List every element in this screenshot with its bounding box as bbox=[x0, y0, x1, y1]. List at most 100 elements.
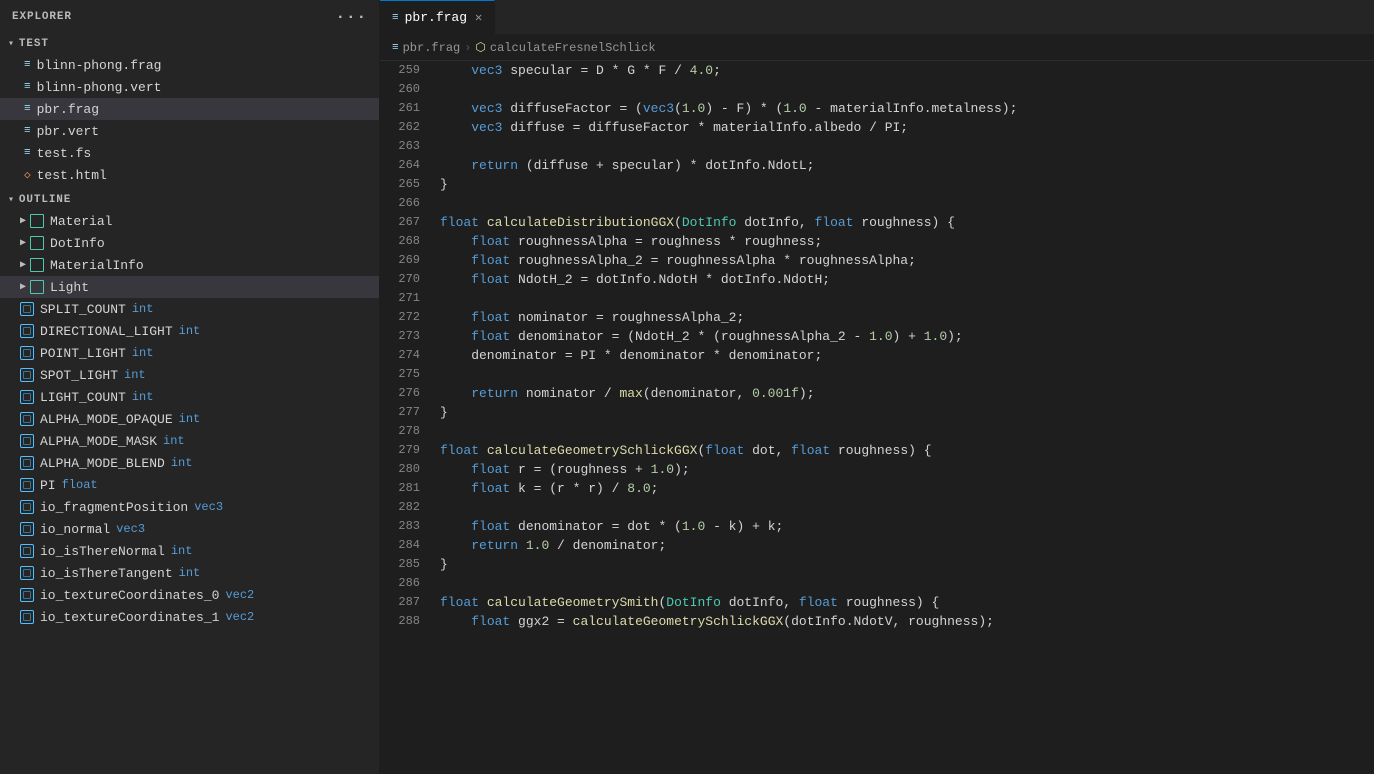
outline-io-tex-coord-1[interactable]: io_textureCoordinates_1 vec2 bbox=[0, 606, 379, 628]
code-text-269: float roughnessAlpha_2 = roughnessAlpha … bbox=[440, 253, 916, 268]
breadcrumb-func[interactable]: ⬡ calculateFresnelSchlick bbox=[475, 40, 655, 55]
file-blinn-phong-frag[interactable]: ≡ blinn-phong.frag bbox=[0, 54, 379, 76]
materialinfo-chevron: ▶ bbox=[20, 259, 26, 271]
outline-alpha-blend[interactable]: ALPHA_MODE_BLEND int bbox=[0, 452, 379, 474]
dotinfo-chevron: ▶ bbox=[20, 237, 26, 249]
code-text-261: vec3 diffuseFactor = (vec3(1.0) - F) * (… bbox=[440, 101, 1017, 116]
code-content[interactable]: vec3 specular = D * G * F / 4.0; vec3 di… bbox=[432, 61, 1374, 774]
file-icon-vert1: ≡ bbox=[24, 81, 31, 93]
test-section-title[interactable]: ▾ TEST bbox=[0, 34, 379, 54]
outline-dotinfo[interactable]: ▶ DotInfo bbox=[0, 232, 379, 254]
file-icon-frag3: ≡ bbox=[24, 147, 31, 159]
alpha-opaque-type: int bbox=[179, 412, 201, 426]
outline-alpha-mask[interactable]: ALPHA_MODE_MASK int bbox=[0, 430, 379, 452]
outline-io-is-there-normal[interactable]: io_isThereNormal int bbox=[0, 540, 379, 562]
split-count-type: int bbox=[132, 302, 154, 316]
outline-spot-light[interactable]: SPOT_LIGHT int bbox=[0, 364, 379, 386]
code-line-279: float calculateGeometrySchlickGGX(float … bbox=[440, 441, 1366, 460]
code-text-272: float nominator = roughnessAlpha_2; bbox=[440, 310, 744, 325]
io-frag-pos-type: vec3 bbox=[194, 500, 223, 514]
alpha-mask-label: ALPHA_MODE_MASK bbox=[40, 434, 157, 449]
io-normal-label: io_normal bbox=[40, 522, 110, 537]
code-line-271 bbox=[440, 289, 1366, 308]
ln-277: 277 bbox=[392, 403, 420, 422]
code-text-286 bbox=[440, 576, 448, 591]
outline-materialinfo[interactable]: ▶ MaterialInfo bbox=[0, 254, 379, 276]
outline-light[interactable]: ▶ Light bbox=[0, 276, 379, 298]
code-line-265: } bbox=[440, 175, 1366, 194]
spot-light-type: int bbox=[124, 368, 146, 382]
light-count-type: int bbox=[132, 390, 154, 404]
tab-filename: pbr.frag bbox=[405, 10, 467, 25]
outline-io-normal[interactable]: io_normal vec3 bbox=[0, 518, 379, 540]
file-test-fs[interactable]: ≡ test.fs bbox=[0, 142, 379, 164]
ln-268: 268 bbox=[392, 232, 420, 251]
code-line-268: float roughnessAlpha = roughness * rough… bbox=[440, 232, 1366, 251]
more-icon[interactable]: ··· bbox=[336, 8, 367, 26]
code-line-282 bbox=[440, 498, 1366, 517]
code-text-282 bbox=[440, 500, 448, 515]
file-test-html[interactable]: ◇ test.html bbox=[0, 164, 379, 186]
code-line-288: float ggx2 = calculateGeometrySchlickGGX… bbox=[440, 612, 1366, 631]
ln-284: 284 bbox=[392, 536, 420, 555]
file-name-3: pbr.frag bbox=[37, 102, 99, 117]
outline-light-count[interactable]: LIGHT_COUNT int bbox=[0, 386, 379, 408]
ln-265: 265 bbox=[392, 175, 420, 194]
code-text-268: float roughnessAlpha = roughness * rough… bbox=[440, 234, 822, 249]
light-count-label: LIGHT_COUNT bbox=[40, 390, 126, 405]
code-line-273: float denominator = (NdotH_2 * (roughnes… bbox=[440, 327, 1366, 346]
explorer-label: EXPLORER bbox=[12, 11, 72, 23]
outline-pi[interactable]: PI float bbox=[0, 474, 379, 496]
ln-281: 281 bbox=[392, 479, 420, 498]
io-tex-coord-1-type: vec2 bbox=[225, 610, 254, 624]
material-chevron: ▶ bbox=[20, 215, 26, 227]
code-line-263 bbox=[440, 137, 1366, 156]
file-tree-section: ▾ TEST ≡ blinn-phong.frag ≡ blinn-phong.… bbox=[0, 34, 379, 774]
breadcrumb-file[interactable]: ≡ pbr.frag bbox=[392, 41, 460, 55]
sidebar: EXPLORER ··· ▾ TEST ≡ blinn-phong.frag ≡… bbox=[0, 0, 380, 774]
outline-point-light[interactable]: POINT_LIGHT int bbox=[0, 342, 379, 364]
ln-279: 279 bbox=[392, 441, 420, 460]
light-count-icon bbox=[20, 390, 34, 404]
ln-273: 273 bbox=[392, 327, 420, 346]
outline-section-title[interactable]: ▾ OUTLINE bbox=[0, 190, 379, 210]
io-tex-coord-1-label: io_textureCoordinates_1 bbox=[40, 610, 219, 625]
code-text-263 bbox=[440, 139, 448, 154]
io-normal-type: vec3 bbox=[116, 522, 145, 536]
code-text-288: float ggx2 = calculateGeometrySchlickGGX… bbox=[440, 614, 994, 629]
directional-light-icon bbox=[20, 324, 34, 338]
ln-267: 267 bbox=[392, 213, 420, 232]
breadcrumb-file-text: pbr.frag bbox=[403, 41, 461, 55]
ln-285: 285 bbox=[392, 555, 420, 574]
tab-pbr-frag[interactable]: ≡ pbr.frag ✕ bbox=[380, 0, 495, 35]
file-pbr-vert[interactable]: ≡ pbr.vert bbox=[0, 120, 379, 142]
file-icon-frag1: ≡ bbox=[24, 59, 31, 71]
ln-278: 278 bbox=[392, 422, 420, 441]
outline-alpha-opaque[interactable]: ALPHA_MODE_OPAQUE int bbox=[0, 408, 379, 430]
file-pbr-frag[interactable]: ≡ pbr.frag bbox=[0, 98, 379, 120]
code-text-277: } bbox=[440, 405, 448, 420]
pi-type: float bbox=[62, 478, 98, 492]
outline-io-fragment-position[interactable]: io_fragmentPosition vec3 bbox=[0, 496, 379, 518]
test-label: TEST bbox=[19, 38, 49, 50]
outline-split-count[interactable]: SPLIT_COUNT int bbox=[0, 298, 379, 320]
file-blinn-phong-vert[interactable]: ≡ blinn-phong.vert bbox=[0, 76, 379, 98]
ln-274: 274 bbox=[392, 346, 420, 365]
breadcrumb-sep: › bbox=[464, 41, 471, 55]
materialinfo-label: MaterialInfo bbox=[50, 258, 144, 273]
spot-light-label: SPOT_LIGHT bbox=[40, 368, 118, 383]
code-editor[interactable]: 259 260 261 262 263 264 265 266 267 268 … bbox=[380, 61, 1374, 774]
code-text-284: return 1.0 / denominator; bbox=[440, 538, 666, 553]
code-line-280: float r = (roughness + 1.0); bbox=[440, 460, 1366, 479]
code-text-280: float r = (roughness + 1.0); bbox=[440, 462, 690, 477]
file-icon-html: ◇ bbox=[24, 168, 31, 182]
file-name-6: test.html bbox=[37, 168, 107, 183]
breadcrumb-file-icon: ≡ bbox=[392, 42, 399, 54]
code-line-286 bbox=[440, 574, 1366, 593]
outline-material[interactable]: ▶ Material bbox=[0, 210, 379, 232]
outline-io-is-there-tangent[interactable]: io_isThereTangent int bbox=[0, 562, 379, 584]
tab-close-button[interactable]: ✕ bbox=[475, 10, 482, 25]
outline-io-tex-coord-0[interactable]: io_textureCoordinates_0 vec2 bbox=[0, 584, 379, 606]
outline-directional-light[interactable]: DIRECTIONAL_LIGHT int bbox=[0, 320, 379, 342]
file-name-1: blinn-phong.frag bbox=[37, 58, 162, 73]
